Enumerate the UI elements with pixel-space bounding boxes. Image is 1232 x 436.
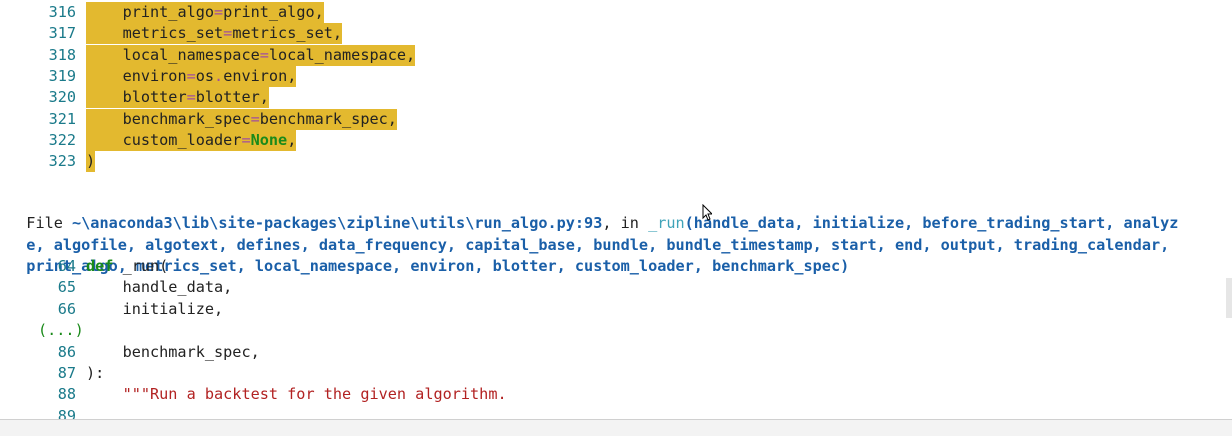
code-token: print_algo, bbox=[223, 3, 324, 21]
vertical-scrollbar-thumb[interactable] bbox=[1226, 278, 1232, 318]
code-token: . bbox=[214, 66, 224, 85]
line-number: 318 bbox=[48, 45, 76, 64]
highlighted-code: benchmark_spec=benchmark_spec, bbox=[86, 108, 397, 130]
code-token: environ, bbox=[223, 66, 297, 85]
code-text: initialize, bbox=[86, 299, 224, 318]
code-token: local_namespace, bbox=[268, 45, 416, 64]
code-token: = bbox=[241, 130, 251, 149]
line-number: 316 bbox=[48, 3, 76, 21]
highlighted-code: local_namespace=local_namespace, bbox=[86, 44, 416, 66]
code-token: = bbox=[186, 88, 196, 107]
code-token: = bbox=[250, 109, 260, 128]
code-token: , bbox=[287, 130, 297, 149]
line-number: 87 bbox=[57, 364, 76, 382]
code-token: blotter, bbox=[195, 88, 269, 107]
code-text: ): bbox=[86, 364, 105, 382]
code-token: custom_loader bbox=[122, 130, 242, 149]
line-number: 88 bbox=[57, 385, 76, 404]
code-token: None bbox=[250, 130, 288, 149]
line-number: 322 bbox=[48, 130, 76, 149]
line-number: 66 bbox=[57, 299, 76, 318]
code-token: benchmark_spec bbox=[122, 109, 251, 128]
highlighted-code: print_algo=print_algo, bbox=[86, 2, 324, 23]
code-token: environ bbox=[122, 66, 187, 85]
line-number: 319 bbox=[48, 66, 76, 85]
code-token: _run( bbox=[113, 257, 169, 275]
code-token: ) bbox=[86, 152, 96, 171]
keyword-def: def bbox=[86, 257, 114, 275]
code-text: def _run( bbox=[86, 256, 168, 277]
code-token: = bbox=[223, 24, 233, 43]
collapsed-lines-ellipsis[interactable]: (...) bbox=[38, 320, 84, 341]
code-token: benchmark_spec, bbox=[259, 109, 397, 128]
mouse-cursor-icon bbox=[702, 204, 712, 221]
code-token: = bbox=[214, 3, 224, 21]
highlighted-code: custom_loader=None, bbox=[86, 129, 297, 151]
line-number: 65 bbox=[57, 278, 76, 297]
highlighted-code: blotter=blotter, bbox=[86, 87, 269, 109]
code-token: blotter bbox=[122, 88, 187, 107]
line-number: 323 bbox=[48, 152, 76, 171]
code-token: local_namespace bbox=[122, 45, 260, 64]
highlighted-code: environ=os.environ, bbox=[86, 65, 297, 87]
code-text: """Run a backtest for the given algorith… bbox=[86, 384, 507, 405]
code-token: print_algo bbox=[122, 3, 215, 21]
code-token: metrics_set bbox=[122, 24, 224, 43]
docstring: """Run a backtest for the given algorith… bbox=[122, 385, 507, 404]
line-number: 86 bbox=[57, 342, 76, 361]
bottom-status-bar bbox=[0, 419, 1232, 436]
code-text: handle_data, bbox=[86, 278, 233, 297]
code-token: os bbox=[195, 66, 215, 85]
code-token: = bbox=[259, 45, 269, 64]
line-number: 317 bbox=[48, 24, 76, 43]
line-number: 321 bbox=[48, 109, 76, 128]
line-number: 320 bbox=[48, 88, 76, 107]
code-token: metrics_set, bbox=[232, 24, 343, 43]
highlighted-code: metrics_set=metrics_set, bbox=[86, 23, 343, 45]
code-text: benchmark_spec, bbox=[86, 342, 260, 361]
code-token: = bbox=[186, 66, 196, 85]
line-number: 64 bbox=[57, 257, 76, 275]
highlighted-code: ) bbox=[86, 151, 96, 173]
